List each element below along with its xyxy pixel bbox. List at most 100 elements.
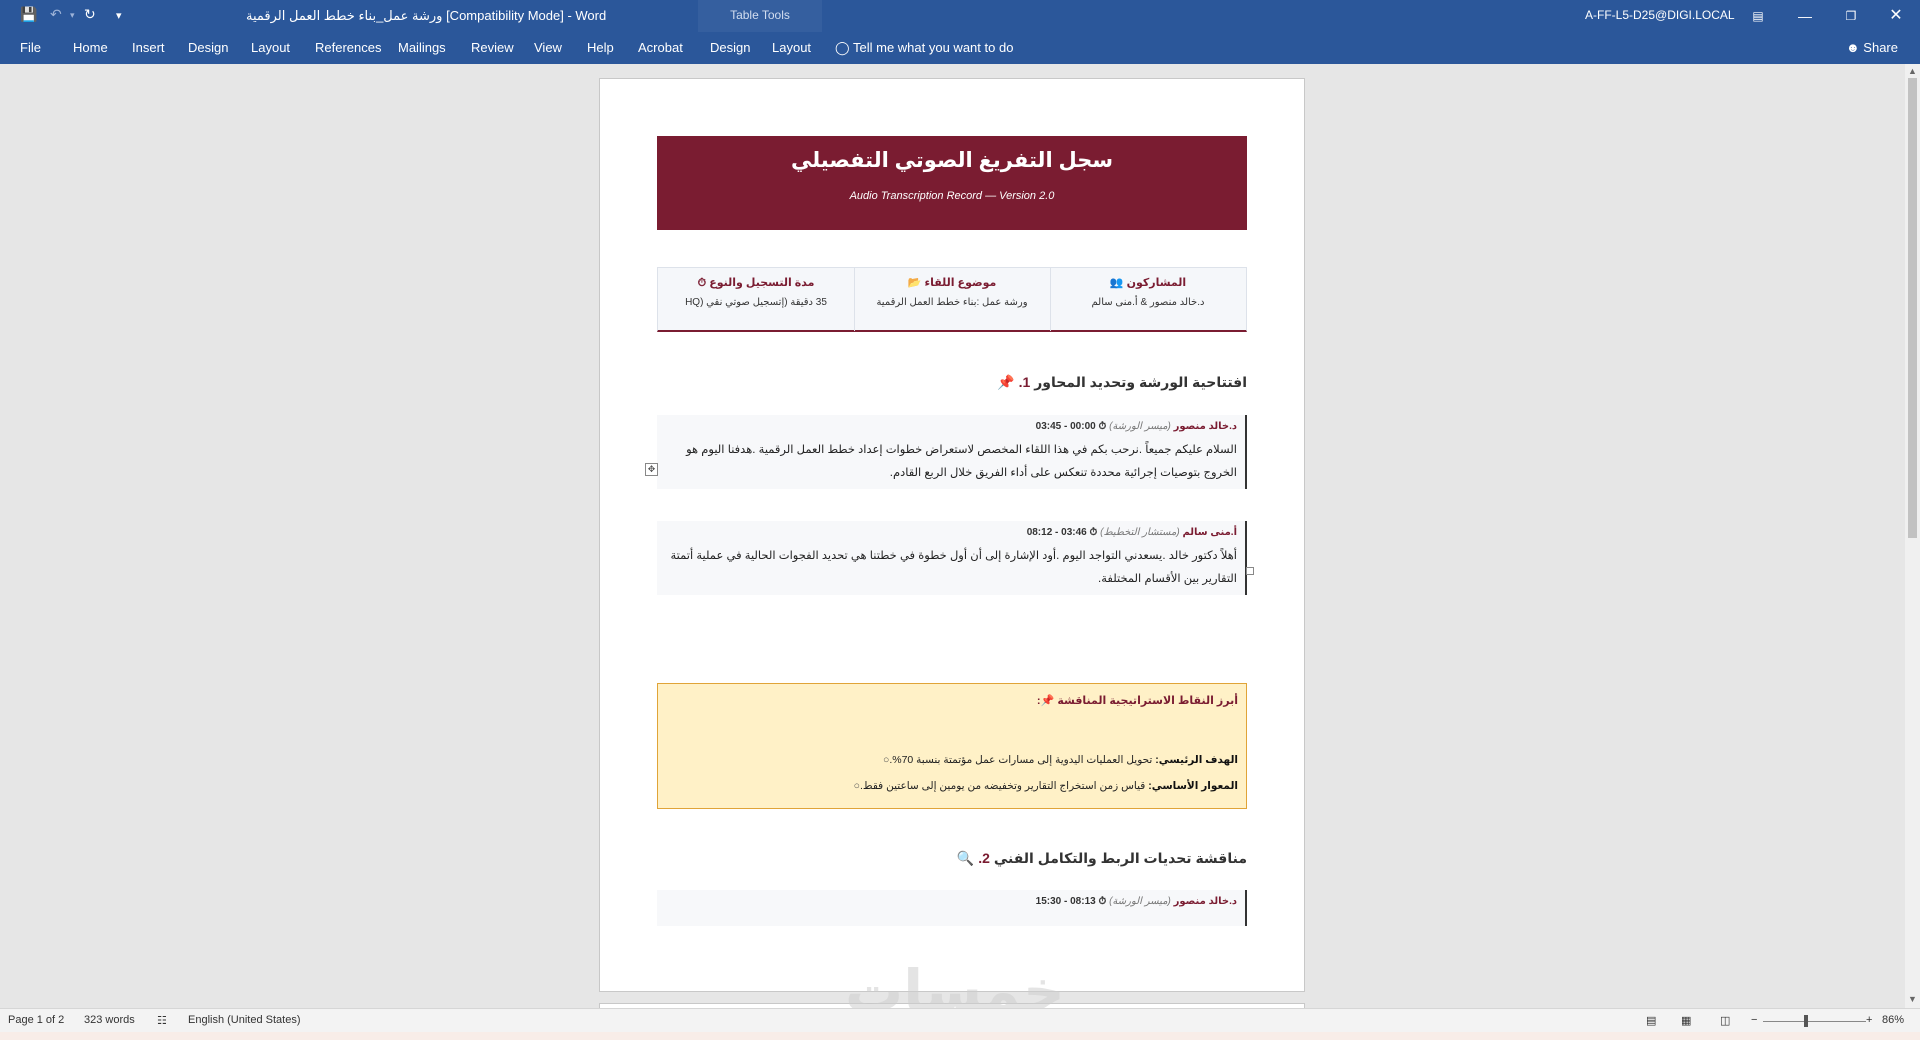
strategic-points-box[interactable]: أبرز النقاط الاستراتيجية المناقشة 📌: اله… (657, 683, 1247, 809)
section-1-heading: افتتاحية الورشة وتحديد المحاور 1. 📌 (657, 374, 1247, 391)
info-duration: مدة التسجيل والنوع ⏱ 35 دقيقة (إتسجيل صو… (658, 268, 854, 331)
tab-acrobat[interactable]: Acrobat (638, 40, 683, 55)
title-bar: 💾 ↶ ▾ ↻ ▾ ورشة عمل_بناء خطط العمل الرقمي… (0, 0, 1920, 32)
redo-icon[interactable]: ↻ (84, 6, 96, 23)
save-icon[interactable]: 💾 (20, 6, 37, 23)
tab-review[interactable]: Review (471, 40, 514, 55)
info-value: د.خالد منصور & أ.منى سالم (1091, 297, 1205, 308)
timestamp: ⏱ 08:13 - 15:30 (1035, 896, 1107, 907)
zoom-in-icon[interactable]: + (1866, 1014, 1872, 1026)
restore-icon[interactable]: ❐ (1831, 4, 1871, 28)
tab-home[interactable]: Home (73, 40, 108, 55)
cell-divider (854, 268, 855, 331)
page-count[interactable]: Page 1 of 2 (8, 1014, 64, 1026)
section-number: 2. (978, 850, 990, 866)
tab-view[interactable]: View (534, 40, 562, 55)
header-title: سجل التفريغ الصوتي التفصيلي (790, 149, 1114, 172)
info-label: موضوع اللقاء 📂 (907, 277, 997, 289)
speaker-role: (ميسر الورشة) (1109, 896, 1171, 907)
point-item: الهدف الرئيسي: تحويل العمليات اليدوية إل… (877, 754, 1238, 766)
ribbon-tabs: File Home Insert Design Layout Reference… (0, 32, 1920, 64)
share-label: Share (1863, 40, 1898, 55)
points-title: أبرز النقاط الاستراتيجية المناقشة 📌: (1036, 695, 1238, 707)
entry-text: السلام عليكم جميعاً .نرحب بكم في هذا الل… (686, 444, 1237, 479)
print-layout-icon[interactable]: ▦ (1681, 1014, 1691, 1027)
minimize-icon[interactable]: — (1785, 4, 1825, 28)
web-layout-icon[interactable]: ◫ (1720, 1014, 1730, 1027)
scroll-up-icon[interactable]: ▲ (1908, 66, 1917, 76)
customize-toolbar-icon[interactable]: ▾ (116, 9, 122, 22)
point-label: الهدف الرئيسي: (1155, 754, 1238, 766)
scroll-down-icon[interactable]: ▼ (1908, 994, 1917, 1004)
scroll-thumb[interactable] (1908, 78, 1917, 538)
entry-meta: د.خالد منصور (ميسر الورشة) ⏱ 00:00 - 03:… (1036, 421, 1237, 432)
speaker-name: أ.منى سالم (1182, 527, 1237, 538)
lightbulb-icon: ◯ (835, 40, 850, 55)
undo-icon[interactable]: ↶ (50, 6, 62, 23)
share-button[interactable]: ☻ Share (1846, 40, 1898, 55)
section-title: افتتاحية الورشة وتحديد المحاور (1034, 374, 1247, 390)
page-1[interactable]: سجل التفريغ الصوتي التفصيلي Audio Transc… (599, 78, 1305, 992)
zoom-slider-knob[interactable] (1804, 1015, 1808, 1027)
language[interactable]: English (United States) (188, 1014, 301, 1026)
speaker-name: د.خالد منصور (1173, 896, 1237, 907)
bottom-strip (0, 1032, 1920, 1040)
header-subtitle: Audio Transcription Record — Version 2.0 (849, 190, 1055, 202)
tab-table-design[interactable]: Design (710, 40, 750, 55)
transcript-entry[interactable]: د.خالد منصور (ميسر الورشة) ⏱ 08:13 - 15:… (657, 890, 1247, 926)
person-icon: ☻ (1846, 40, 1864, 55)
tab-design[interactable]: Design (188, 40, 228, 55)
zoom-out-icon[interactable]: − (1751, 1014, 1757, 1026)
tab-mailings[interactable]: Mailings (398, 40, 446, 55)
point-item: المعوار الأساسي: قياس زمن استخراج التقار… (848, 780, 1238, 792)
speaker-name: د.خالد منصور (1173, 421, 1237, 432)
cell-divider (1050, 268, 1051, 331)
pin-icon: 📌 (997, 374, 1015, 390)
proofing-icon[interactable]: ☷ (157, 1014, 167, 1027)
info-label: المشاركون 👥 (1109, 277, 1187, 289)
info-label: مدة التسجيل والنوع ⏱ (697, 277, 815, 289)
section-2-heading: مناقشة تحديات الربط والتكامل الفني 2. 🔍 (657, 850, 1247, 867)
tell-me-search[interactable]: Tell me what you want to do (853, 40, 1013, 55)
speaker-role: (ميسر الورشة) (1109, 421, 1171, 432)
status-bar: Page 1 of 2 323 words ☷ English (United … (0, 1008, 1920, 1033)
vertical-scrollbar[interactable]: ▲ ▼ (1905, 64, 1920, 1008)
transcript-entry[interactable]: أ.منى سالم (مستشار التخطيط) ⏱ 03:46 - 08… (657, 521, 1247, 595)
tab-table-layout[interactable]: Layout (772, 40, 811, 55)
magnifier-icon: 🔍 (956, 850, 975, 866)
point-text: قياس زمن استخراج التقارير وتخفيضه من يوم… (859, 780, 1149, 792)
table-tools-label: Table Tools (730, 8, 790, 22)
section-title: مناقشة تحديات الربط والتكامل الفني (993, 850, 1247, 866)
info-topic: موضوع اللقاء 📂 ورشة عمل :بناء خطط العمل … (854, 268, 1050, 331)
tab-help[interactable]: Help (587, 40, 614, 55)
close-icon[interactable]: ✕ (1876, 4, 1916, 28)
info-value: ورشة عمل :بناء خطط العمل الرقمية (876, 297, 1028, 308)
tab-references[interactable]: References (315, 40, 381, 55)
undo-dropdown-icon[interactable]: ▾ (70, 10, 75, 21)
info-table[interactable]: المشاركون 👥 د.خالد منصور & أ.منى سالم مو… (657, 267, 1247, 332)
table-resize-handle[interactable] (1246, 567, 1254, 575)
info-value: 35 دقيقة (إتسجيل صوتي نقي (HQ (685, 297, 827, 308)
tab-insert[interactable]: Insert (132, 40, 165, 55)
timestamp: ⏱ 03:46 - 08:12 (1026, 527, 1098, 538)
account-name[interactable]: A-FF-L5-D25@DIGI.LOCAL (1585, 8, 1735, 22)
tab-layout[interactable]: Layout (251, 40, 290, 55)
entry-meta: أ.منى سالم (مستشار التخطيط) ⏱ 03:46 - 08… (1027, 527, 1237, 538)
word-count[interactable]: 323 words (84, 1014, 135, 1026)
transcript-entry[interactable]: د.خالد منصور (ميسر الورشة) ⏱ 00:00 - 03:… (657, 415, 1247, 489)
zoom-slider[interactable] (1763, 1021, 1866, 1022)
tab-file[interactable]: File (20, 40, 41, 55)
zoom-level[interactable]: 86% (1882, 1014, 1904, 1026)
document-header: سجل التفريغ الصوتي التفصيلي Audio Transc… (657, 136, 1247, 230)
entry-text: أهلاً دكتور خالد .يسعدني التواجد اليوم .… (670, 550, 1237, 585)
ribbon-display-icon[interactable]: ▤ (1738, 4, 1778, 28)
point-label: المعوار الأساسي: (1148, 780, 1238, 792)
read-mode-icon[interactable]: ▤ (1646, 1014, 1656, 1027)
speaker-role: (مستشار التخطيط) (1100, 527, 1180, 538)
timestamp: ⏱ 00:00 - 03:45 (1035, 421, 1107, 432)
point-text: تحويل العمليات اليدوية إلى مسارات عمل مؤ… (889, 754, 1156, 766)
window-title: ورشة عمل_بناء خطط العمل الرقمية [Compati… (246, 8, 607, 23)
document-area[interactable]: سجل التفريغ الصوتي التفصيلي Audio Transc… (0, 64, 1905, 1008)
section-number: 1. (1018, 374, 1031, 390)
table-move-handle-icon[interactable]: ✥ (645, 463, 658, 476)
